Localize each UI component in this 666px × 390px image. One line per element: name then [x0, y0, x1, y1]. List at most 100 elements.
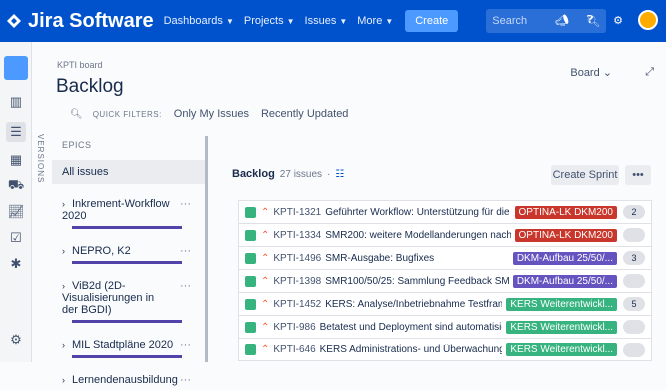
epic-item[interactable]: › MIL Stadtpläne 2020 ··· — [52, 335, 205, 364]
issue-key[interactable]: KPTI-986 — [273, 322, 315, 333]
backlog-more-button[interactable]: ••• — [625, 165, 651, 185]
issues-icon[interactable]: ☑ — [6, 228, 26, 248]
priority-high-icon: ⌃ — [261, 275, 270, 287]
gear-icon[interactable]: ⚙ — [610, 12, 626, 28]
project-sidebar: ▥ ☰ ▦ ⛟ 📈︎ ☑ ✱ ⚙ — [0, 42, 32, 362]
quick-filters: 🔍︎ QUICK FILTERS: Only My Issues Recentl… — [70, 108, 348, 120]
story-points-badge — [623, 320, 645, 334]
epic-label[interactable]: DKM-Aufbau 25/50/... — [512, 251, 617, 265]
epic-progress-bar — [72, 320, 182, 323]
board-icon[interactable]: ▥ — [6, 92, 26, 112]
priority-high-icon: ⌃ — [261, 229, 270, 241]
issue-key[interactable]: KPTI-1496 — [273, 253, 321, 264]
issue-summary: Betatest und Deployment sind automatisie… — [319, 321, 503, 333]
versions-panel-toggle[interactable]: VERSIONS — [36, 134, 45, 183]
epic-more-icon[interactable]: ··· — [180, 198, 191, 210]
story-points-badge: 3 — [623, 251, 645, 265]
issue-key[interactable]: KPTI-1398 — [273, 276, 321, 287]
board-dropdown[interactable]: Board ⌄ — [570, 66, 612, 79]
quick-filters-label: QUICK FILTERS: — [92, 109, 162, 119]
story-icon — [245, 229, 256, 241]
issue-row[interactable]: ⌃ KPTI-1334 SMR200: weitere Modellanderung… — [238, 223, 652, 246]
epic-more-icon[interactable]: ··· — [180, 374, 191, 386]
priority-high-icon: ⌃ — [261, 321, 270, 333]
chevron-down-icon: ▼ — [225, 16, 234, 26]
issue-key[interactable]: KPTI-646 — [273, 344, 315, 355]
epic-label[interactable]: DKM-Aufbau 25/50/... — [512, 274, 617, 288]
issue-row[interactable]: ⌃ KPTI-986 Betatest und Deployment sind au… — [238, 315, 652, 338]
epic-label[interactable]: KERS Weiterentwickl... — [506, 297, 617, 311]
epic-more-icon[interactable]: ··· — [180, 339, 191, 351]
issue-summary: SMR-Ausgabe: Bugfixes — [325, 252, 435, 264]
story-points-badge — [623, 342, 645, 357]
issue-row[interactable]: ⌃ KPTI-646 KERS Administrations- und Überw… — [238, 338, 652, 361]
create-sprint-button[interactable]: Create Sprint — [551, 165, 619, 185]
jira-logo[interactable]: Jira Software — [6, 10, 154, 33]
chevron-right-icon[interactable]: › — [62, 199, 72, 209]
releases-icon[interactable]: ⛟ — [6, 176, 26, 196]
reports-icon[interactable]: 📈︎ — [6, 202, 26, 222]
epic-more-icon[interactable]: ··· — [180, 245, 191, 257]
page-title: Backlog — [56, 76, 124, 97]
epic-progress-bar — [72, 261, 182, 264]
epic-more-icon[interactable]: ··· — [180, 280, 191, 292]
issue-count-toggle-icon[interactable]: ☷ — [335, 169, 344, 180]
issue-summary: KERS: Analyse/Inbetriebnahme Testframewo… — [325, 298, 503, 310]
chevron-down-icon: ▼ — [385, 16, 394, 26]
project-avatar[interactable] — [4, 56, 28, 80]
epics-panel: EPICS All issues › Inkrement-Workflow 202… — [52, 136, 208, 386]
story-icon — [245, 206, 256, 218]
expand-icon[interactable]: ⤢ — [645, 66, 654, 79]
filter-only-my-issues[interactable]: Only My Issues — [174, 108, 249, 120]
epic-label[interactable]: OPTINA-LK DKM200 — [514, 228, 617, 242]
issue-key[interactable]: KPTI-1321 — [273, 207, 321, 218]
issue-row[interactable]: ⌃ KPTI-1452 KERS: Analyse/Inbetriebnahme T… — [238, 292, 652, 315]
help-icon[interactable]: ❓︎ — [582, 12, 598, 28]
epic-item[interactable]: › Inkrement-Workflow 2020 ··· — [52, 194, 205, 235]
top-navigation: Jira Software Dashboards ▼ Projects ▼ Issu… — [0, 0, 666, 42]
story-icon — [245, 298, 256, 310]
priority-high-icon: ⌃ — [261, 206, 270, 218]
backlog-icon[interactable]: ☰ — [6, 122, 26, 142]
story-icon — [245, 321, 256, 333]
issue-key[interactable]: KPTI-1452 — [273, 299, 321, 310]
issue-list: ⌃ KPTI-1321 Geführter Workflow: Unterstütz… — [238, 200, 652, 361]
story-points-badge — [623, 274, 645, 288]
product-name: Jira Software — [28, 9, 154, 32]
nav-dashboards[interactable]: Dashboards ▼ — [164, 15, 234, 27]
filter-recently-updated[interactable]: Recently Updated — [261, 108, 348, 120]
issue-key[interactable]: KPTI-1334 — [273, 230, 321, 241]
notifications-icon[interactable]: 📣︎ — [554, 12, 570, 28]
search-icon[interactable]: 🔍︎ — [70, 109, 83, 120]
chevron-right-icon[interactable]: › — [62, 375, 72, 385]
epic-item[interactable]: › NEPRO, K2 ··· — [52, 241, 205, 270]
chevron-right-icon[interactable]: › — [62, 340, 72, 350]
epic-item[interactable]: › ViB2d (2D-Visualisierungen in der BGDI)… — [52, 276, 205, 329]
nav-more[interactable]: More ▼ — [357, 15, 393, 27]
active-sprints-icon[interactable]: ▦ — [6, 150, 26, 170]
user-avatar[interactable] — [638, 10, 658, 30]
issue-summary: Geführter Workflow: Unterstützung für di… — [325, 206, 510, 218]
priority-high-icon: ⌃ — [261, 298, 270, 310]
nav-issues[interactable]: Issues ▼ — [305, 15, 348, 27]
epic-label[interactable]: OPTINA-LK DKM200 — [514, 205, 617, 219]
chevron-right-icon[interactable]: › — [62, 281, 72, 291]
issue-row[interactable]: ⌃ KPTI-1321 Geführter Workflow: Unterstütz… — [238, 200, 652, 223]
epic-label[interactable]: KERS Weiterentwickl... — [506, 320, 617, 334]
epics-header: EPICS — [62, 140, 92, 150]
epic-all-issues[interactable]: All issues — [52, 160, 205, 184]
breadcrumb[interactable]: KPTI board — [57, 60, 103, 70]
components-icon[interactable]: ✱ — [6, 254, 26, 274]
issue-summary: KERS Administrations- und Überwachungsfu… — [319, 344, 503, 355]
story-icon — [245, 275, 256, 287]
chevron-down-icon: ⌄ — [602, 67, 612, 79]
epic-item[interactable]: › Lernendenausbildung ··· — [52, 370, 205, 390]
issue-row[interactable]: ⌃ KPTI-1398 SMR100/50/25: Sammlung Feedbac… — [238, 269, 652, 292]
chevron-right-icon[interactable]: › — [62, 246, 72, 256]
create-button[interactable]: Create — [405, 10, 459, 32]
jira-diamond-icon — [7, 14, 21, 28]
issue-row[interactable]: ⌃ KPTI-1496 SMR-Ausgabe: Bugfixes DKM-Aufba… — [238, 246, 652, 269]
epic-label[interactable]: KERS Weiterentwickl... — [506, 343, 617, 356]
nav-projects[interactable]: Projects ▼ — [244, 15, 295, 27]
settings-icon[interactable]: ⚙ — [6, 330, 26, 350]
